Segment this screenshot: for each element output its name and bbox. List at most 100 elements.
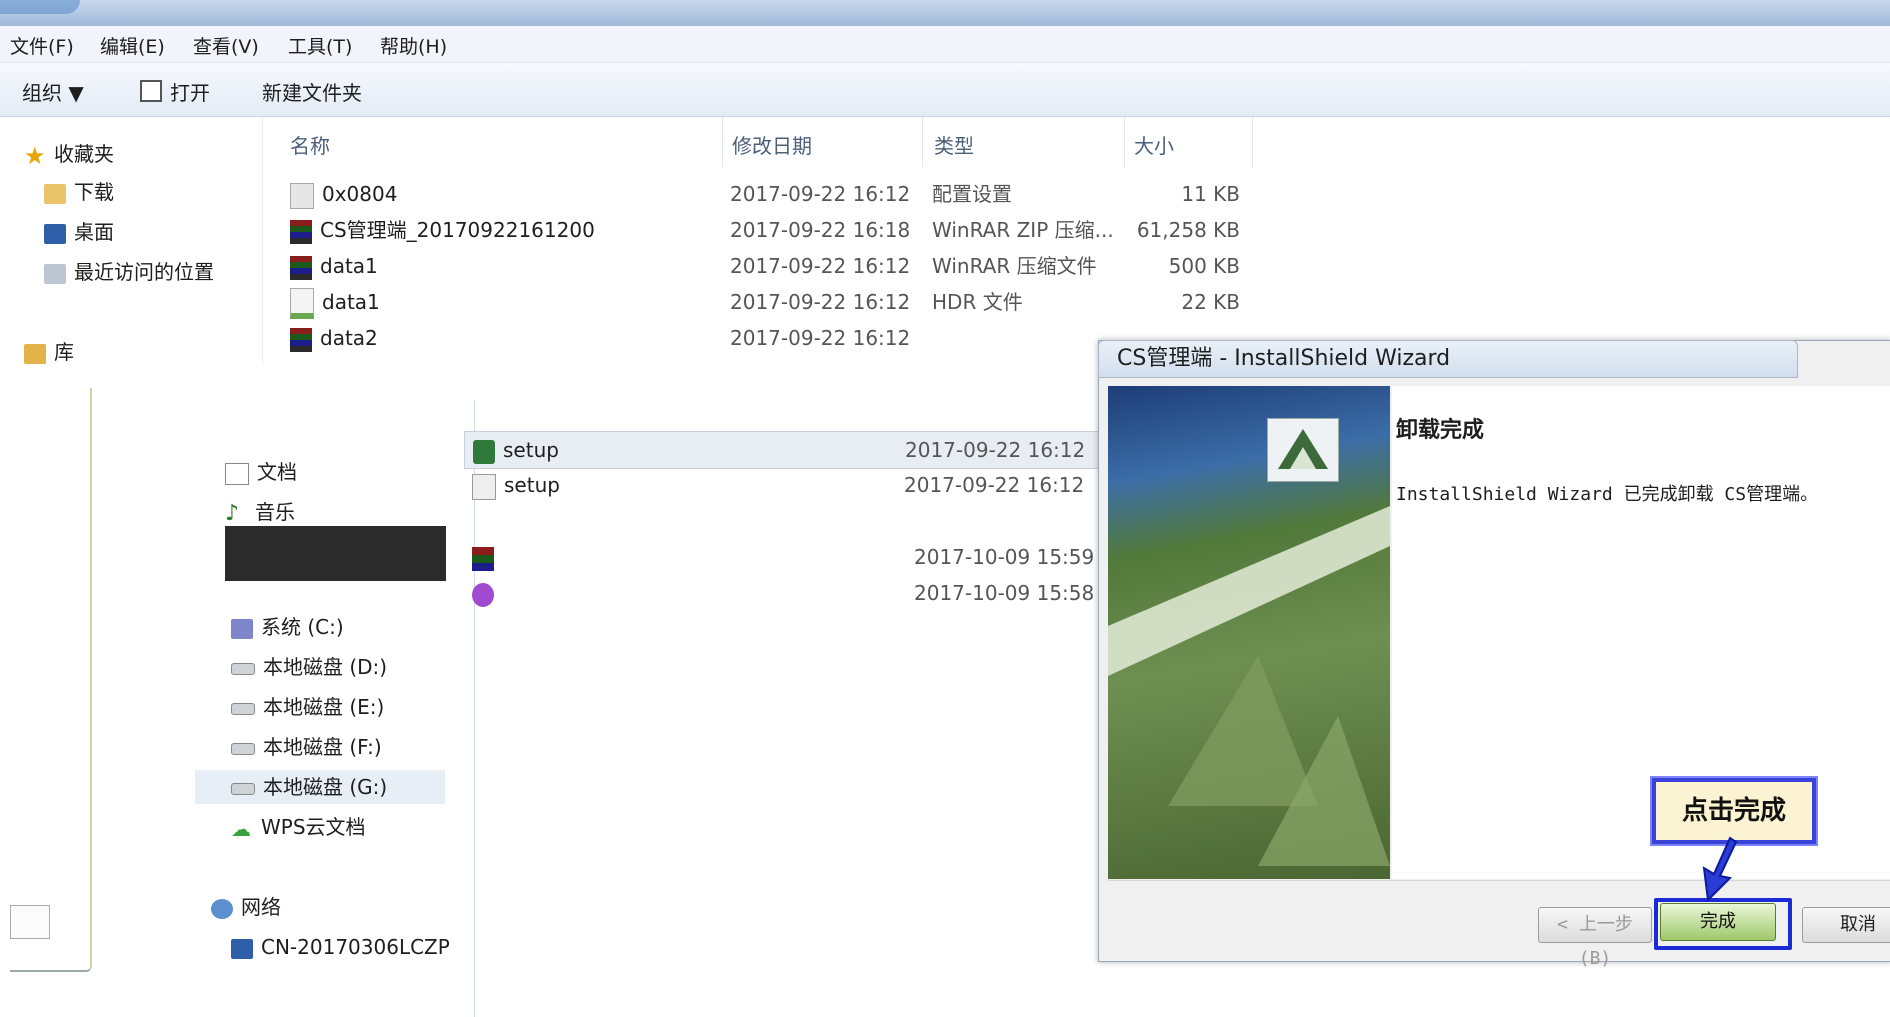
network-icon (211, 898, 233, 919)
settings-file-icon (290, 182, 314, 209)
file-row[interactable]: data1 (290, 248, 378, 284)
nav-libraries-label: 库 (54, 340, 74, 364)
archive-icon (290, 219, 312, 244)
logo-graphic (1278, 429, 1328, 469)
file-date: 2017-09-22 16:12 (905, 438, 1086, 462)
nav-drive-f[interactable]: 本地磁盘 (F:) (231, 730, 382, 764)
dialog-title: CS管理端 - InstallShield Wizard (1098, 340, 1798, 378)
document-icon (225, 462, 249, 485)
nav-wps-cloud[interactable]: ☁ WPS云文档 (231, 810, 366, 844)
column-divider[interactable] (722, 117, 723, 167)
hard-drive-icon (231, 742, 255, 755)
nav-favorites[interactable]: ★ 收藏夹 (24, 137, 114, 171)
library-icon (24, 343, 46, 364)
nav-music-label: 音乐 (255, 500, 295, 524)
menu-edit[interactable]: 编辑(E) (100, 32, 165, 59)
file-row-selected[interactable]: setup 2017-09-22 16:12 (464, 431, 1106, 469)
organize-button[interactable]: 组织 ▼ (22, 77, 84, 106)
cancel-button[interactable]: 取消 (1802, 907, 1890, 943)
nav-libraries[interactable]: 库 (24, 335, 74, 369)
scroll-button[interactable] (10, 905, 50, 939)
app-shortcut-icon (472, 582, 494, 607)
redacted-area (225, 526, 446, 581)
file-name: data2 (320, 326, 378, 350)
nav-drive-g[interactable]: 本地磁盘 (G:) (195, 770, 445, 804)
file-size: 61,258 KB (1136, 218, 1240, 242)
drive-label: 本地磁盘 (E:) (263, 695, 385, 719)
nav-documents[interactable]: 文档 (225, 455, 297, 489)
nav-favorites-label: 收藏夹 (54, 142, 114, 166)
column-size[interactable]: 大小 (1134, 130, 1174, 160)
file-name: data1 (320, 254, 378, 278)
nav-recent-label: 最近访问的位置 (74, 260, 214, 284)
menu-tools[interactable]: 工具(T) (288, 32, 352, 59)
dialog-heading: 卸载完成 (1396, 418, 1485, 443)
recent-places-icon (44, 263, 66, 284)
file-date: 2017-09-22 16:12 (730, 326, 911, 350)
column-divider[interactable] (922, 117, 923, 167)
file-date: 2017-10-09 15:59 (914, 545, 1095, 569)
music-icon: ♪ (225, 500, 240, 526)
back-button[interactable]: < 上一步 (B) (1538, 907, 1652, 969)
file-row[interactable]: 0x0804 (290, 176, 397, 212)
nav-desktop-label: 桌面 (74, 220, 114, 244)
installshield-logo-icon (1267, 418, 1339, 482)
nav-network[interactable]: 网络 (211, 890, 281, 924)
drive-label: 本地磁盘 (D:) (263, 655, 388, 679)
archive-icon (290, 255, 312, 280)
file-date: 2017-09-22 16:18 (730, 218, 911, 242)
hard-drive-icon (231, 702, 255, 715)
nav-computer[interactable]: CN-20170306LCZP (231, 930, 450, 964)
file-name: data1 (322, 290, 380, 314)
nav-downloads[interactable]: 下载 (44, 175, 114, 209)
column-divider[interactable] (1124, 117, 1125, 167)
nav-drive-d[interactable]: 本地磁盘 (D:) (231, 650, 387, 684)
column-type[interactable]: 类型 (934, 130, 974, 160)
system-drive-icon (231, 618, 253, 639)
file-name: setup (503, 438, 559, 462)
new-folder-button[interactable]: 新建文件夹 (262, 77, 362, 106)
open-button[interactable]: 打开 (140, 77, 210, 106)
archive-icon (290, 327, 312, 352)
nav-desktop[interactable]: 桌面 (44, 215, 114, 249)
menu-bar: 文件(F) 编辑(E) 查看(V) 工具(T) 帮助(H) (0, 26, 1890, 63)
nav-drive-c[interactable]: 系统 (C:) (231, 610, 344, 644)
downloads-folder-icon (44, 183, 66, 204)
menu-file[interactable]: 文件(F) (10, 32, 74, 59)
file-row[interactable]: data1 (290, 284, 380, 320)
file-type: 配置设置 (932, 182, 1012, 206)
nav-network-label: 网络 (241, 895, 281, 919)
window-orb-icon (0, 0, 80, 14)
file-date: 2017-09-22 16:12 (730, 254, 911, 278)
desktop-icon (44, 223, 66, 244)
file-name: setup (504, 473, 560, 497)
file-row[interactable]: 2017-10-09 15:59 (470, 539, 1110, 575)
setup-config-icon (472, 473, 496, 500)
file-size: 500 KB (1168, 254, 1240, 278)
nav-wps-label: WPS云文档 (261, 815, 366, 839)
column-header-row: 名称 修改日期 类型 大小 (262, 117, 1262, 167)
file-row[interactable]: data2 (290, 320, 378, 356)
file-date: 2017-09-22 16:12 (904, 473, 1085, 497)
menu-view[interactable]: 查看(V) (193, 32, 259, 59)
file-type: WinRAR 压缩文件 (932, 254, 1097, 278)
column-divider[interactable] (1252, 117, 1253, 167)
menu-help[interactable]: 帮助(H) (380, 32, 447, 59)
file-row[interactable]: CS管理端_20170922161200 (290, 212, 595, 248)
nav-recent[interactable]: 最近访问的位置 (44, 255, 214, 289)
finish-button-highlight (1654, 898, 1792, 950)
file-row[interactable]: 2017-10-09 15:58 (470, 575, 1110, 611)
column-name[interactable]: 名称 (290, 130, 330, 160)
file-name: CS管理端_20170922161200 (320, 218, 595, 242)
column-date[interactable]: 修改日期 (732, 130, 812, 160)
hard-drive-icon (231, 662, 255, 675)
open-label: 打开 (170, 81, 210, 105)
nav-drive-e[interactable]: 本地磁盘 (E:) (231, 690, 384, 724)
nav-computer-label: CN-20170306LCZP (261, 935, 450, 959)
nav-downloads-label: 下载 (74, 180, 114, 204)
file-row[interactable]: setup 2017-09-22 16:12 (470, 467, 1110, 503)
star-icon: ★ (24, 141, 46, 170)
nav-music[interactable]: ♪ 音乐 (225, 495, 295, 529)
open-icon (140, 80, 162, 102)
file-date: 2017-09-22 16:12 (730, 290, 911, 314)
